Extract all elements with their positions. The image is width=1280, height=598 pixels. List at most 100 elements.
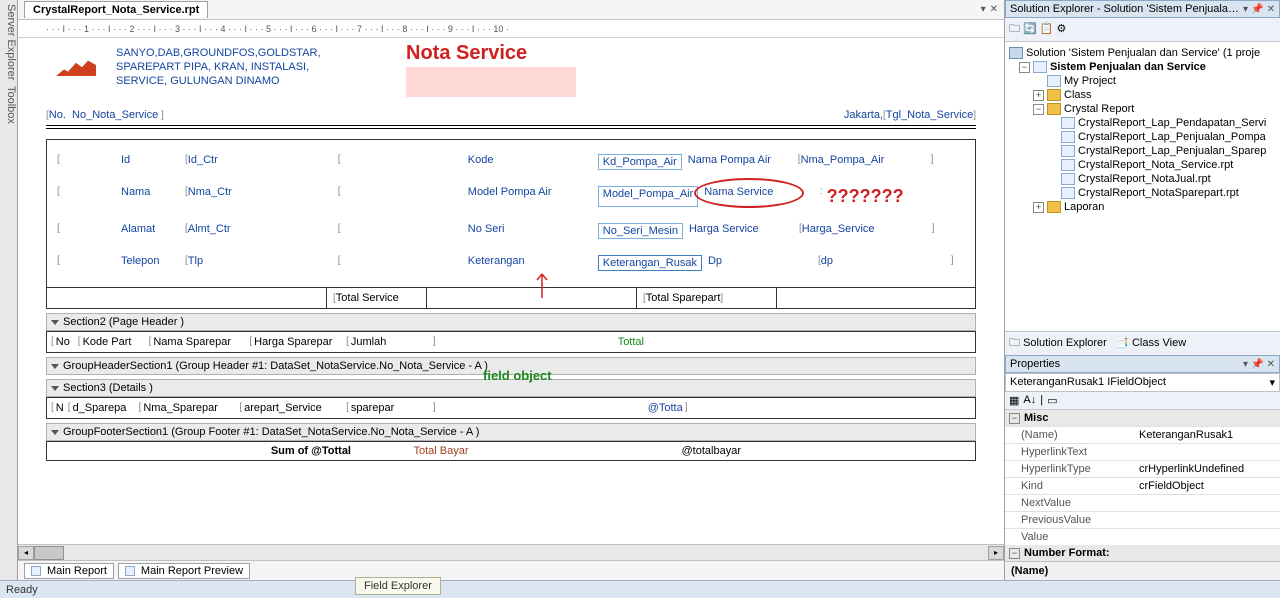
tab-dropdown-icon[interactable]: ▾ <box>981 4 986 15</box>
val-nma-ctr[interactable]: Nma_Ctr <box>188 186 338 207</box>
dcol-arepart-service[interactable]: arepart_Service <box>244 402 344 414</box>
prop-value-key: Value <box>1005 529 1135 545</box>
prop-kind-val[interactable]: crFieldObject <box>1135 478 1280 494</box>
no-field[interactable]: No_Nota_Service <box>72 109 158 121</box>
at-totalbayar[interactable]: @totalbayar <box>531 445 741 457</box>
prop-hyperlinktext-val[interactable] <box>1135 444 1280 460</box>
tree-class[interactable]: Class <box>1064 89 1092 101</box>
prop-pages-icon[interactable]: ▭ <box>1047 394 1057 407</box>
section2-bar[interactable]: Section2 (Page Header ) <box>46 313 976 331</box>
categorized-icon[interactable]: ▦ <box>1009 394 1019 407</box>
report-design-canvas[interactable]: SANYO,DAB,GROUNDFOS,GOLDSTAR, SPAREPART … <box>18 38 1004 544</box>
collapse-icon[interactable]: − <box>1009 413 1020 424</box>
tottal-label[interactable]: Tottal <box>618 336 644 348</box>
val-tlp[interactable]: Tlp <box>188 255 338 271</box>
footer-row: Sum of @Tottal Total Bayar @totalbayar <box>46 441 976 461</box>
expand-icon[interactable]: + <box>1033 202 1044 213</box>
scroll-thumb[interactable] <box>34 546 64 560</box>
panel-close-icon[interactable]: ✕ <box>1267 359 1275 370</box>
prop-name-key: (Name) <box>1005 427 1135 443</box>
total-bayar[interactable]: Total Bayar <box>351 445 531 457</box>
prop-nextvalue-val[interactable] <box>1135 495 1280 511</box>
folder-icon <box>1047 89 1061 101</box>
tree-crystal-report[interactable]: Crystal Report <box>1064 103 1134 115</box>
expand-icon[interactable]: − <box>1019 62 1030 73</box>
dcol-nma-sparepar[interactable]: Nma_Sparepar <box>143 402 237 414</box>
tree-laporan[interactable]: Laporan <box>1064 201 1104 213</box>
val-dp[interactable]: dp <box>821 255 951 271</box>
panel-pin-icon[interactable]: 📌 <box>1251 4 1263 15</box>
scroll-left-icon[interactable]: ◂ <box>18 546 34 560</box>
col-harga-spare[interactable]: Harga Sparepar <box>254 336 344 348</box>
prop-value-val[interactable] <box>1135 529 1280 545</box>
prop-prevvalue-val[interactable] <box>1135 512 1280 528</box>
tree-file[interactable]: CrystalReport_Lap_Pendapatan_Servi <box>1078 117 1266 129</box>
title-highlight-box <box>406 67 576 97</box>
toolbox-tab[interactable]: Toolbox <box>0 86 17 124</box>
tgl-field[interactable]: Tgl_Nota_Service <box>886 109 973 121</box>
field-keterangan-rusak[interactable]: Keterangan_Rusak <box>598 255 702 271</box>
properties-object[interactable]: KeteranganRusak1 IFieldObject ▾ <box>1005 373 1280 392</box>
solution-tree[interactable]: Solution 'Sistem Penjualan dan Service' … <box>1005 42 1280 331</box>
tree-file[interactable]: CrystalReport_NotaSparepart.rpt <box>1078 187 1239 199</box>
se-tab[interactable]: 🗀 Solution Explorer <box>1009 337 1107 349</box>
group-footer-section-bar[interactable]: GroupFooterSection1 (Group Footer #1: Da… <box>46 423 976 441</box>
at-totta[interactable]: @Totta <box>648 402 683 414</box>
doc-icon <box>31 566 41 576</box>
document-tab[interactable]: CrystalReport_Nota_Service.rpt <box>24 1 208 18</box>
folder-icon <box>1047 201 1061 213</box>
dcol-sparepar[interactable]: sparepar <box>351 402 431 414</box>
horizontal-scrollbar[interactable]: ◂ ▸ <box>18 544 1004 560</box>
panel-dropdown-icon[interactable]: ▾ <box>1243 4 1248 15</box>
panel-close-icon[interactable]: ✕ <box>1267 4 1275 15</box>
solution-explorer-tabs: 🗀 Solution Explorer 📑 Class View <box>1005 331 1280 355</box>
dcol-dsparepa[interactable]: d_Sparepa <box>73 402 137 414</box>
solution-icon <box>1009 47 1023 59</box>
solution-explorer-toolbar[interactable]: 🗀 🔄 📋 ⚙ <box>1005 18 1280 42</box>
alpha-sort-icon[interactable]: A↓ <box>1023 394 1036 407</box>
server-explorer-tab[interactable]: Server Explorer <box>0 4 17 80</box>
doc-icon <box>125 566 135 576</box>
col-kodepart[interactable]: Kode Part <box>83 336 147 348</box>
tree-myproject[interactable]: My Project <box>1064 75 1116 87</box>
tree-project[interactable]: Sistem Penjualan dan Service <box>1050 61 1206 73</box>
field-kd-pompa[interactable]: Kd_Pompa_Air <box>598 154 682 170</box>
left-tool-strip: Server Explorer Toolbox <box>0 0 18 580</box>
classview-tab[interactable]: 📑 Class View <box>1115 337 1186 349</box>
panel-dropdown-icon[interactable]: ▾ <box>1243 359 1248 370</box>
main-report-tab[interactable]: Main Report <box>24 563 114 579</box>
col-nama-spare[interactable]: Nama Sparepar <box>153 336 247 348</box>
properties-grid[interactable]: −Misc (Name)KeteranganRusak1 HyperlinkTe… <box>1005 410 1280 561</box>
company-description: SANYO,DAB,GROUNDFOS,GOLDSTAR, SPAREPART … <box>116 46 386 97</box>
project-icon <box>1033 61 1047 73</box>
panel-pin-icon[interactable]: 📌 <box>1251 359 1263 370</box>
val-id[interactable]: Id_Ctr <box>188 154 338 170</box>
col-no[interactable]: No <box>56 336 76 348</box>
company-logo <box>56 54 96 76</box>
prop-name-val[interactable]: KeteranganRusak1 <box>1135 427 1280 443</box>
tree-file[interactable]: CrystalReport_Lap_Penjualan_Pompa <box>1078 131 1266 143</box>
prop-hyperlinktype-val[interactable]: crHyperlinkUndefined <box>1135 461 1280 477</box>
field-explorer-popup[interactable]: Field Explorer <box>355 577 441 595</box>
col-jumlah[interactable]: Jumlah <box>351 336 431 348</box>
expand-icon[interactable]: − <box>1033 104 1044 115</box>
horizontal-ruler: · · · I · · · 1 · · · I · · · 2 · · · I … <box>18 20 1004 38</box>
properties-toolbar[interactable]: ▦A↓|▭ <box>1005 392 1280 410</box>
scroll-right-icon[interactable]: ▸ <box>988 546 1004 560</box>
dcol-n[interactable]: N <box>56 402 66 414</box>
tree-file[interactable]: CrystalReport_Lap_Penjualan_Sparep <box>1078 145 1266 157</box>
sum-of-tottal[interactable]: Sum of @Tottal <box>51 445 351 457</box>
rpt-icon <box>1061 131 1075 143</box>
val-harga-service[interactable]: Harga_Service <box>802 223 932 239</box>
val-almt-ctr[interactable]: Almt_Ctr <box>188 223 338 239</box>
field-noseri[interactable]: No_Seri_Mesin <box>598 223 683 239</box>
tree-file[interactable]: CrystalReport_Nota_Service.rpt <box>1078 159 1233 171</box>
val-nma-pompa[interactable]: Nma_Pompa_Air <box>801 154 931 170</box>
expand-icon[interactable]: + <box>1033 90 1044 101</box>
collapse-icon[interactable]: − <box>1009 548 1020 559</box>
tree-solution[interactable]: Solution 'Sistem Penjualan dan Service' … <box>1026 47 1260 59</box>
tab-close-icon[interactable]: ✕ <box>990 4 998 15</box>
main-report-preview-tab[interactable]: Main Report Preview <box>118 563 250 579</box>
field-model-pompa[interactable]: Model_Pompa_Air <box>598 186 699 207</box>
tree-file[interactable]: CrystalReport_NotaJual.rpt <box>1078 173 1211 185</box>
